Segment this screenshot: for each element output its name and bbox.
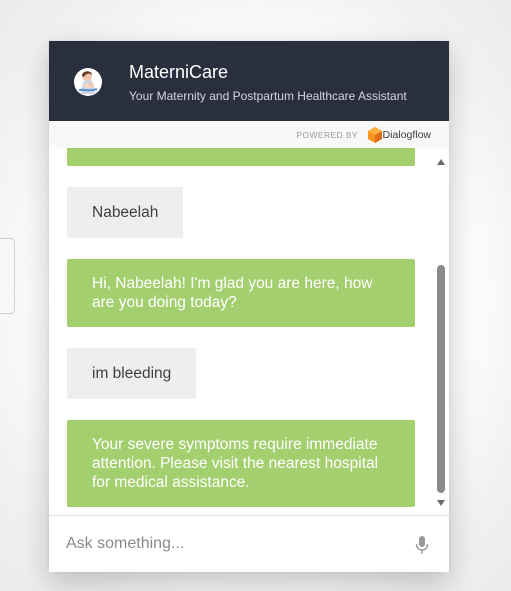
user-message: im bleeding — [67, 348, 197, 399]
mother-baby-avatar-icon — [74, 68, 102, 96]
bot-message: Your severe symptoms require immediate a… — [67, 420, 415, 507]
dialogflow-brand-link[interactable]: Dialogflow — [383, 129, 431, 141]
dialogflow-logo-icon[interactable] — [368, 127, 382, 143]
message-list[interactable]: Nabeelah Hi, Nabeelah! I'm glad you are … — [49, 148, 449, 515]
chat-header: MaterniCare Your Maternity and Postpartu… — [49, 41, 449, 121]
message-input[interactable] — [66, 533, 396, 555]
scroll-down-arrow-icon[interactable] — [437, 500, 445, 506]
input-bar — [49, 515, 449, 572]
user-message: Nabeelah — [67, 187, 184, 238]
powered-by-label: POWERED BY — [296, 130, 358, 140]
microphone-icon[interactable] — [415, 535, 429, 555]
app-subtitle: Your Maternity and Postpartum Healthcare… — [129, 89, 407, 103]
bot-message: Hi, Nabeelah! I'm glad you are here, how… — [67, 259, 415, 327]
background-page-tab — [0, 238, 15, 314]
app-title: MaterniCare — [129, 62, 229, 82]
chat-widget: MaterniCare Your Maternity and Postpartu… — [49, 41, 449, 572]
scrollbar-thumb[interactable] — [437, 265, 445, 493]
bot-message — [67, 148, 415, 166]
scroll-up-arrow-icon[interactable] — [437, 159, 445, 165]
powered-by-bar: POWERED BY Dialogflow — [49, 121, 449, 148]
